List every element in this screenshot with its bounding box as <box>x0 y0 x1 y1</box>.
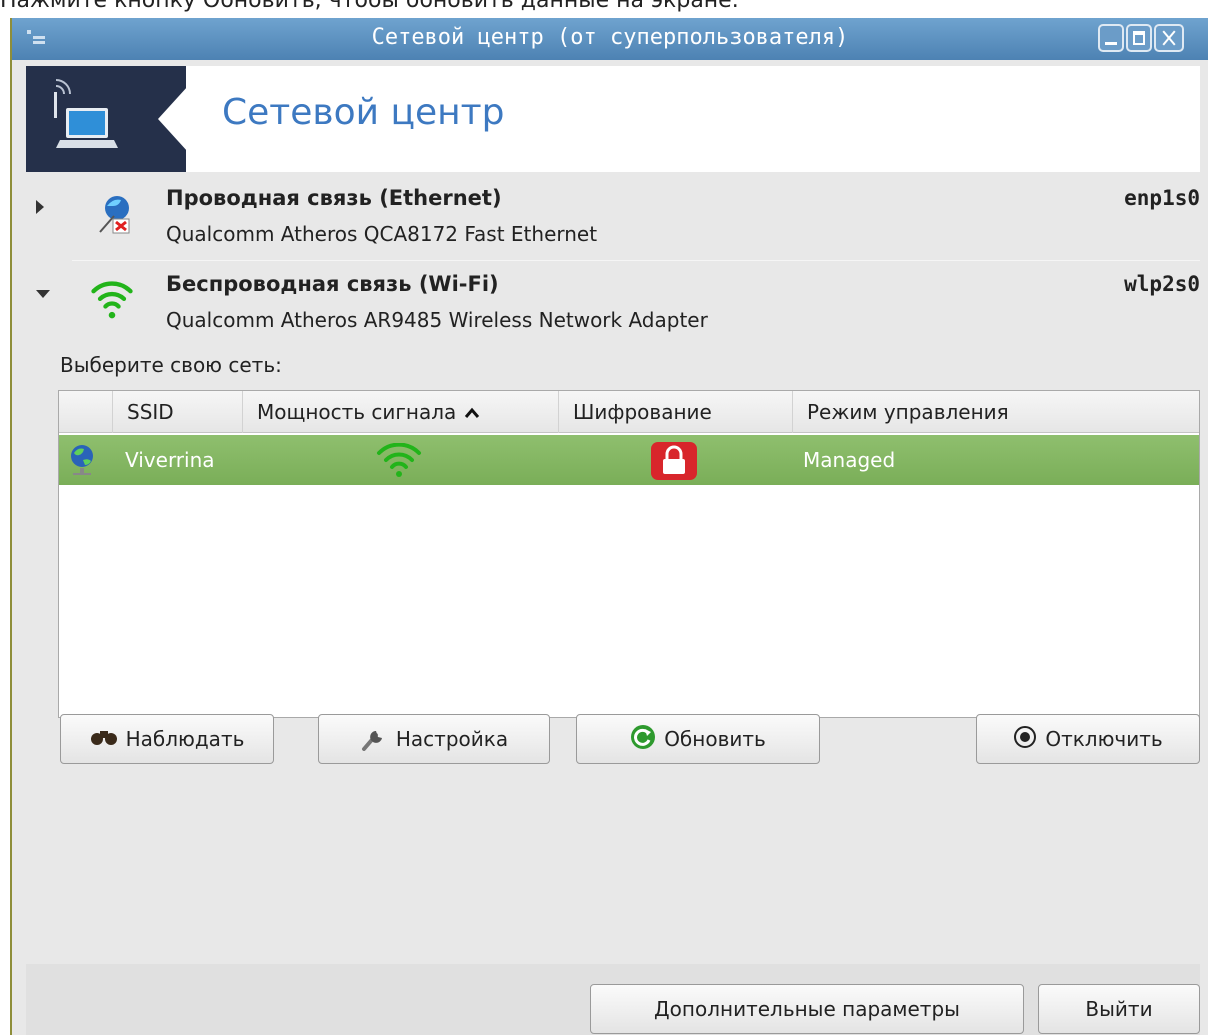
table-row[interactable]: Viverrina Managed <box>59 435 1199 485</box>
advanced-settings-label: Дополнительные параметры <box>654 997 960 1021</box>
network-globe-icon <box>71 445 93 475</box>
quit-button[interactable]: Выйти <box>1038 984 1200 1034</box>
signal-strength-icon <box>377 443 421 477</box>
network-table[interactable]: SSID Мощность сигнала Шифрование Режим у… <box>58 390 1200 718</box>
expander-expanded-icon[interactable] <box>36 290 50 298</box>
column-header-signal[interactable]: Мощность сигнала <box>243 391 559 433</box>
column-header-ssid[interactable]: SSID <box>113 391 243 433</box>
sort-ascending-icon <box>464 391 480 433</box>
refresh-label: Обновить <box>664 727 766 751</box>
expander-collapsed-icon[interactable] <box>36 200 44 214</box>
table-header: SSID Мощность сигнала Шифрование Режим у… <box>59 391 1199 433</box>
choose-network-label: Выберите свою сеть: <box>60 353 282 377</box>
interface-description: Qualcomm Atheros AR9485 Wireless Network… <box>166 308 708 332</box>
wrench-icon <box>360 723 388 756</box>
lock-icon <box>651 442 697 480</box>
advanced-settings-button[interactable]: Дополнительные параметры <box>590 984 1024 1034</box>
interface-device: wlp2s0 <box>1124 272 1200 296</box>
close-button[interactable] <box>1154 24 1184 52</box>
quit-label: Выйти <box>1085 997 1153 1021</box>
interface-name: Беспроводная связь (Wi-Fi) <box>166 272 499 296</box>
minimize-button[interactable] <box>1098 24 1124 52</box>
interface-ethernet[interactable]: Проводная связь (Ethernet) Qualcomm Athe… <box>26 178 1200 262</box>
column-header-icon[interactable] <box>59 391 113 433</box>
network-center-window: Сетевой центр (от суперпользователя) Сет… <box>10 18 1208 1035</box>
ethernet-disconnected-icon <box>99 196 130 234</box>
network-laptop-icon <box>54 79 118 148</box>
column-header-mode[interactable]: Режим управления <box>793 391 1199 433</box>
refresh-icon <box>630 724 656 755</box>
configure-button[interactable]: Настройка <box>318 714 550 764</box>
divider <box>72 260 1200 261</box>
monitor-label: Наблюдать <box>125 727 245 751</box>
column-header-encryption[interactable]: Шифрование <box>559 391 793 433</box>
disconnect-label: Отключить <box>1045 727 1163 751</box>
binoculars-icon <box>90 727 118 751</box>
interface-wifi[interactable]: Беспроводная связь (Wi-Fi) Qualcomm Athe… <box>26 264 1200 346</box>
banner-title: Сетевой центр <box>222 92 505 133</box>
maximize-button[interactable] <box>1126 24 1152 52</box>
interface-name: Проводная связь (Ethernet) <box>166 186 502 210</box>
title-bar[interactable]: Сетевой центр (от суперпользователя) <box>12 18 1208 60</box>
disconnect-button[interactable]: Отключить <box>976 714 1200 764</box>
page-caption: Нажмите кнопку Обновить, чтобы обновить … <box>0 0 739 13</box>
wifi-icon <box>91 281 133 319</box>
configure-label: Настройка <box>395 727 509 751</box>
monitor-button[interactable]: Наблюдать <box>60 714 274 764</box>
banner: Сетевой центр <box>26 66 1200 172</box>
interface-device: enp1s0 <box>1124 186 1200 210</box>
network-mode: Managed <box>803 448 896 472</box>
refresh-button[interactable]: Обновить <box>576 714 820 764</box>
banner-notch <box>158 86 188 152</box>
stop-icon <box>1013 725 1037 754</box>
network-ssid: Viverrina <box>125 448 215 472</box>
interface-description: Qualcomm Atheros QCA8172 Fast Ethernet <box>166 222 598 246</box>
window-title: Сетевой центр (от суперпользователя) <box>371 25 849 50</box>
